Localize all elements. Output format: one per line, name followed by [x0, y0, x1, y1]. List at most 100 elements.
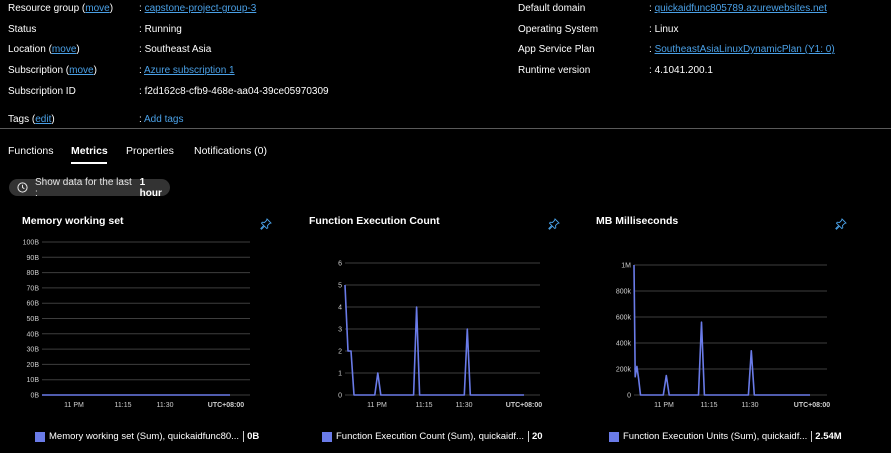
subscription-id-label: Subscription ID [8, 86, 76, 97]
legend-series-name: Function Execution Units (Sum), quickaid… [623, 431, 808, 442]
essentials-subscription: Subscription (move) : Azure subscription… [8, 65, 235, 76]
timezone-label: UTC+08:00 [208, 402, 244, 409]
tab-functions[interactable]: Functions [8, 144, 54, 158]
timezone-label: UTC+08:00 [506, 402, 542, 409]
y-tick-label: 1 [338, 371, 342, 378]
y-tick-label: 5 [338, 283, 342, 290]
y-tick-label: 70B [27, 285, 40, 292]
chart-plot-area: 1M 800k 600k 400k 200k 0 11 PM 11:15 11:30 UTC+08… [616, 263, 830, 410]
y-tick-label: 20B [27, 362, 40, 369]
chart-mb-milliseconds[interactable]: MB Milliseconds 1M 800k 600k 400k 200k 0 11 PM… [584, 210, 854, 453]
x-tick-label: 11:15 [115, 402, 132, 409]
tab-properties[interactable]: Properties [126, 144, 174, 158]
y-tick-label: 0 [627, 393, 631, 400]
y-tick-label: 200k [616, 367, 632, 374]
runtime-version-value: 4.1041.200.1 [654, 65, 713, 76]
x-tick-label: 11:30 [456, 402, 473, 409]
time-range-button[interactable]: Show data for the last : 1 hour [9, 176, 170, 199]
os-value: Linux [654, 24, 679, 35]
y-tick-label: 600k [616, 315, 632, 322]
subscription-link[interactable]: Azure subscription 1 [144, 65, 235, 76]
essentials-tags: Tags (edit) : Add tags [8, 114, 184, 125]
x-tick-label: 11 PM [654, 402, 674, 409]
chart-memory-working-set[interactable]: Memory working set 100B 90B 80B 70B 60B 50B 40… [10, 210, 280, 453]
runtime-version-label: Runtime version [518, 65, 591, 76]
tab-metrics-label: Metrics [71, 145, 108, 157]
chart-legend[interactable]: Memory working set (Sum), quickaidfunc80… [35, 431, 259, 442]
location-move-link[interactable]: move [52, 44, 76, 55]
y-tick-label: 400k [616, 341, 632, 348]
legend-value: 2.54M [815, 431, 842, 442]
x-tick-label: 11 PM [367, 402, 387, 409]
timezone-label: UTC+08:00 [794, 402, 830, 409]
y-tick-label: 60B [27, 301, 40, 308]
essentials-app-service-plan: App Service Plan : SoutheastAsiaLinuxDyn… [518, 44, 835, 55]
chart-plot-area: 6 5 4 3 2 1 0 11 PM 11:15 11:30 UTC+08:00 [338, 261, 542, 410]
resource-group-link[interactable]: capstone-project-group-3 [145, 3, 257, 14]
legend-separator [527, 431, 529, 442]
time-range-prefix: Show data for the last : [35, 176, 132, 199]
y-tick-label: 800k [616, 289, 632, 296]
y-tick-label: 0 [338, 393, 342, 400]
status-label: Status [8, 24, 37, 35]
y-tick-label: 40B [27, 331, 40, 338]
resource-group-move-link[interactable]: move [85, 3, 109, 14]
essentials-runtime: Runtime version : 4.1041.200.1 [518, 65, 713, 76]
legend-separator [243, 431, 245, 442]
x-tick-label: 11:15 [416, 402, 433, 409]
x-tick-label: 11:30 [157, 402, 174, 409]
legend-value: 0B [247, 431, 260, 442]
default-domain-label: Default domain [518, 3, 586, 14]
legend-value: 20 [531, 431, 543, 442]
active-tab-indicator [71, 162, 107, 164]
essentials-subscription-id: Subscription ID : f2d162c8-cfb9-468e-aa0… [8, 86, 329, 97]
os-label: Operating System [518, 24, 599, 35]
resource-group-label: Resource group [8, 3, 80, 14]
y-tick-label: 100B [23, 240, 40, 247]
status-value: Running [144, 24, 182, 35]
add-tags-link[interactable]: Add tags [144, 114, 183, 125]
y-tick-label: 50B [27, 316, 40, 323]
y-tick-label: 4 [338, 305, 342, 312]
x-tick-label: 11 PM [64, 402, 84, 409]
app-service-plan-label: App Service Plan [518, 44, 595, 55]
x-tick-label: 11:30 [742, 402, 759, 409]
location-value: Southeast Asia [144, 44, 212, 55]
chart-function-execution-count[interactable]: Function Execution Count 6 5 4 3 2 1 0 11 PM 11:… [297, 210, 567, 453]
essentials-resource-group: Resource group (move) : capstone-project… [8, 3, 257, 14]
legend-separator [811, 431, 813, 442]
app-service-plan-link[interactable]: SoutheastAsiaLinuxDynamicPlan (Y1: 0) [655, 44, 835, 55]
chart-plot-area: 100B 90B 80B 70B 60B 50B 40B 30B 20B 10B 0B 11 PM 11… [23, 240, 250, 409]
series-line [633, 264, 810, 396]
chart-legend[interactable]: Function Execution Count (Sum), quickaid… [322, 431, 543, 442]
tab-notifications[interactable]: Notifications (0) [194, 144, 267, 158]
y-tick-label: 30B [27, 347, 40, 354]
tab-metrics[interactable]: Metrics [71, 144, 108, 164]
subscription-label: Subscription [8, 65, 64, 76]
default-domain-link[interactable]: quickaidfunc805789.azurewebsites.net [655, 3, 827, 14]
legend-series-name: Function Execution Count (Sum), quickaid… [336, 431, 524, 442]
series-line [344, 284, 524, 396]
essentials-default-domain: Default domain : quickaidfunc805789.azur… [518, 3, 827, 14]
chart-legend[interactable]: Function Execution Units (Sum), quickaid… [609, 431, 842, 442]
essentials-os: Operating System : Linux [518, 24, 679, 35]
subscription-move-link[interactable]: move [69, 65, 93, 76]
essentials-location: Location (move) : Southeast Asia [8, 44, 212, 55]
essentials-status: Status : Running [8, 24, 182, 35]
legend-swatch [322, 431, 332, 442]
y-tick-label: 3 [338, 327, 342, 334]
x-tick-label: 11:15 [701, 402, 718, 409]
tags-edit-link[interactable]: edit [35, 114, 51, 125]
essentials-divider [0, 128, 891, 129]
y-tick-label: 6 [338, 261, 342, 268]
tags-label: Tags [8, 114, 30, 125]
legend-swatch [609, 431, 619, 442]
time-range-value: 1 hour [139, 176, 162, 199]
y-tick-label: 2 [338, 349, 342, 356]
y-tick-label: 1M [621, 263, 631, 270]
legend-series-name: Memory working set (Sum), quickaidfunc80… [49, 431, 240, 442]
y-tick-label: 10B [27, 377, 40, 384]
y-tick-label: 90B [27, 255, 40, 262]
y-tick-label: 80B [27, 270, 40, 277]
legend-swatch [35, 431, 45, 442]
